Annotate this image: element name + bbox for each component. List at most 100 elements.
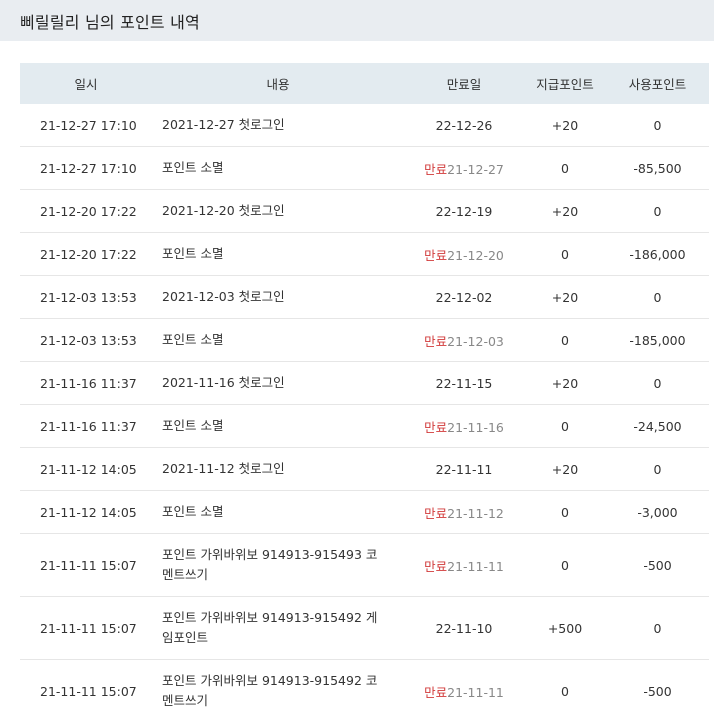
points-history-table: 일시 내용 만료일 지급포인트 사용포인트 21-12-27 17:102021… bbox=[20, 63, 709, 722]
row-content: 2021-12-27 첫로그인 bbox=[152, 104, 404, 147]
row-earned: +20 bbox=[524, 448, 606, 491]
row-date: 21-12-20 17:22 bbox=[20, 233, 152, 276]
column-header-earned: 지급포인트 bbox=[524, 63, 606, 104]
row-earned: +20 bbox=[524, 104, 606, 147]
row-expire: 22-12-19 bbox=[404, 190, 524, 233]
table-row: 21-12-03 13:532021-12-03 첫로그인 22-12-02 +20… bbox=[20, 276, 709, 319]
row-used: -186,000 bbox=[606, 233, 709, 276]
column-header-date: 일시 bbox=[20, 63, 152, 104]
expire-date: 22-12-26 bbox=[436, 118, 493, 133]
row-content: 2021-11-16 첫로그인 bbox=[152, 362, 404, 405]
table-row: 21-12-03 13:53포인트 소멸 만료21-12-03 0-185,000 bbox=[20, 319, 709, 362]
row-expire: 만료21-11-16 bbox=[404, 405, 524, 448]
column-header-used: 사용포인트 bbox=[606, 63, 709, 104]
row-date: 21-11-11 15:07 bbox=[20, 597, 152, 660]
row-earned: 0 bbox=[524, 491, 606, 534]
row-content: 포인트 가위바위보 914913-915492 코멘트쓰기 bbox=[152, 660, 404, 722]
row-content: 포인트 소멸 bbox=[152, 147, 404, 190]
expire-date: 21-12-27 bbox=[447, 162, 504, 177]
expired-label: 만료 bbox=[424, 506, 447, 521]
row-date: 21-12-03 13:53 bbox=[20, 319, 152, 362]
row-used: -500 bbox=[606, 534, 709, 597]
row-expire: 22-11-10 bbox=[404, 597, 524, 660]
row-earned: 0 bbox=[524, 147, 606, 190]
row-content: 포인트 소멸 bbox=[152, 319, 404, 362]
row-content: 포인트 소멸 bbox=[152, 233, 404, 276]
row-used: 0 bbox=[606, 597, 709, 660]
expire-date: 22-11-10 bbox=[436, 621, 493, 636]
table-body: 21-12-27 17:102021-12-27 첫로그인 22-12-26 +20… bbox=[20, 104, 709, 722]
expired-label: 만료 bbox=[424, 420, 447, 435]
row-date: 21-12-27 17:10 bbox=[20, 147, 152, 190]
expire-date: 21-11-12 bbox=[447, 506, 504, 521]
row-date: 21-11-12 14:05 bbox=[20, 491, 152, 534]
row-earned: 0 bbox=[524, 405, 606, 448]
header-row: 일시 내용 만료일 지급포인트 사용포인트 bbox=[20, 63, 709, 104]
row-expire: 22-12-02 bbox=[404, 276, 524, 319]
row-earned: 0 bbox=[524, 319, 606, 362]
row-used: 0 bbox=[606, 190, 709, 233]
expired-label: 만료 bbox=[424, 334, 447, 349]
row-earned: +20 bbox=[524, 190, 606, 233]
row-date: 21-11-11 15:07 bbox=[20, 534, 152, 597]
table-row: 21-11-11 15:07포인트 가위바위보 914913-915492 코멘… bbox=[20, 660, 709, 722]
table-row: 21-11-16 11:372021-11-16 첫로그인22-11-15+20… bbox=[20, 362, 709, 405]
row-expire: 만료21-12-20 bbox=[404, 233, 524, 276]
row-date: 21-12-03 13:53 bbox=[20, 276, 152, 319]
row-expire: 22-11-15 bbox=[404, 362, 524, 405]
row-used: 0 bbox=[606, 276, 709, 319]
expire-date: 21-11-11 bbox=[447, 559, 504, 574]
column-header-expire: 만료일 bbox=[404, 63, 524, 104]
row-date: 21-11-11 15:07 bbox=[20, 660, 152, 722]
row-used: 0 bbox=[606, 104, 709, 147]
row-used: -24,500 bbox=[606, 405, 709, 448]
row-expire: 22-11-11 bbox=[404, 448, 524, 491]
row-content: 포인트 가위바위보 914913-915493 코멘트쓰기 bbox=[152, 534, 404, 597]
table-row: 21-11-11 15:07포인트 가위바위보 914913-915493 코멘… bbox=[20, 534, 709, 597]
row-expire: 만료21-12-27 bbox=[404, 147, 524, 190]
points-history-table-wrap: 일시 내용 만료일 지급포인트 사용포인트 21-12-27 17:102021… bbox=[20, 63, 709, 722]
row-date: 21-11-16 11:37 bbox=[20, 405, 152, 448]
row-expire: 만료21-11-12 bbox=[404, 491, 524, 534]
title-bar: 삐릴릴리 님의 포인트 내역 bbox=[0, 0, 714, 41]
row-used: 0 bbox=[606, 448, 709, 491]
table-row: 21-12-27 17:102021-12-27 첫로그인 22-12-26 +20… bbox=[20, 104, 709, 147]
row-date: 21-12-20 17:22 bbox=[20, 190, 152, 233]
row-date: 21-12-27 17:10 bbox=[20, 104, 152, 147]
row-expire: 22-12-26 bbox=[404, 104, 524, 147]
row-earned: 0 bbox=[524, 660, 606, 722]
row-earned: +500 bbox=[524, 597, 606, 660]
expire-date: 22-12-02 bbox=[436, 290, 493, 305]
row-used: 0 bbox=[606, 362, 709, 405]
row-content: 포인트 소멸 bbox=[152, 491, 404, 534]
row-content: 2021-12-03 첫로그인 bbox=[152, 276, 404, 319]
expire-date: 22-11-11 bbox=[436, 462, 493, 477]
row-date: 21-11-12 14:05 bbox=[20, 448, 152, 491]
expired-label: 만료 bbox=[424, 685, 447, 700]
table-row: 21-12-27 17:10포인트 소멸만료21-12-270-85,500 bbox=[20, 147, 709, 190]
expired-label: 만료 bbox=[424, 559, 447, 574]
page-title: 삐릴릴리 님의 포인트 내역 bbox=[20, 9, 200, 33]
row-expire: 만료21-11-11 bbox=[404, 660, 524, 722]
table-row: 21-11-12 14:05포인트 소멸만료21-11-120-3,000 bbox=[20, 491, 709, 534]
table-row: 21-11-12 14:052021-11-12 첫로그인22-11-11+20… bbox=[20, 448, 709, 491]
row-content: 2021-12-20 첫로그인 bbox=[152, 190, 404, 233]
row-earned: 0 bbox=[524, 534, 606, 597]
row-earned: +20 bbox=[524, 362, 606, 405]
expire-date: 21-12-03 bbox=[447, 334, 504, 349]
expired-label: 만료 bbox=[424, 248, 447, 263]
expire-date: 21-11-11 bbox=[447, 685, 504, 700]
row-earned: +20 bbox=[524, 276, 606, 319]
table-header: 일시 내용 만료일 지급포인트 사용포인트 bbox=[20, 63, 709, 104]
expire-date: 21-11-16 bbox=[447, 420, 504, 435]
row-used: -85,500 bbox=[606, 147, 709, 190]
row-earned: 0 bbox=[524, 233, 606, 276]
expire-date: 22-12-19 bbox=[436, 204, 493, 219]
row-used: -500 bbox=[606, 660, 709, 722]
row-used: -185,000 bbox=[606, 319, 709, 362]
expired-label: 만료 bbox=[424, 162, 447, 177]
row-content: 포인트 소멸 bbox=[152, 405, 404, 448]
table-row: 21-11-16 11:37포인트 소멸만료21-11-160-24,500 bbox=[20, 405, 709, 448]
row-date: 21-11-16 11:37 bbox=[20, 362, 152, 405]
table-row: 21-12-20 17:222021-12-20 첫로그인 22-12-19 +20… bbox=[20, 190, 709, 233]
